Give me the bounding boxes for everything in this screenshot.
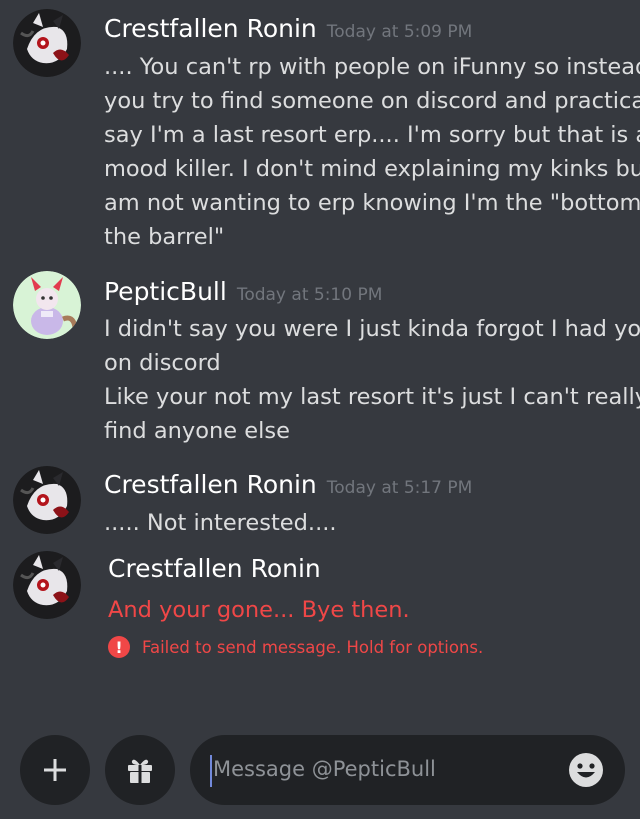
username[interactable]: PepticBull bbox=[104, 277, 227, 306]
message-line: ..... Not interested.... bbox=[104, 510, 337, 536]
message-content: And your gone... Bye then. bbox=[108, 593, 410, 627]
message-line: am not wanting to erp knowing I'm the "b… bbox=[104, 190, 640, 216]
message-line: Like your not my last resort it's just I… bbox=[104, 384, 640, 410]
message-2[interactable]: PepticBull Today at 5:10 PM I didn't say … bbox=[0, 265, 640, 450]
gift-icon bbox=[128, 759, 152, 783]
message-composer: Message @PepticBull bbox=[0, 730, 640, 819]
username[interactable]: Crestfallen Ronin bbox=[104, 14, 317, 43]
message-line: the barrel" bbox=[104, 224, 225, 250]
message-content: I didn't say you were I just kinda forgo… bbox=[104, 312, 640, 448]
avatar[interactable] bbox=[13, 466, 81, 534]
message-line: mood killer. I don't mind explaining my … bbox=[104, 156, 640, 182]
avatar[interactable] bbox=[13, 551, 81, 619]
text-caret bbox=[210, 755, 212, 787]
timestamp: Today at 5:17 PM bbox=[326, 478, 473, 498]
message-content: ..... Not interested.... bbox=[104, 506, 337, 540]
message-1[interactable]: Crestfallen Ronin Today at 5:09 PM .... Y… bbox=[0, 0, 640, 255]
message-line: .... You can't rp with people on iFunny … bbox=[104, 54, 640, 80]
message-input-placeholder: Message @PepticBull bbox=[213, 757, 436, 781]
message-line: on discord bbox=[104, 350, 221, 376]
error-icon: ! bbox=[108, 636, 130, 658]
error-message: Failed to send message. Hold for options… bbox=[142, 637, 484, 657]
username[interactable]: Crestfallen Ronin bbox=[108, 554, 321, 583]
message-line: I didn't say you were I just kinda forgo… bbox=[104, 316, 640, 342]
message-line: say I'm a last resort erp.... I'm sorry … bbox=[104, 122, 640, 148]
avatar[interactable] bbox=[13, 9, 81, 77]
timestamp: Today at 5:10 PM bbox=[236, 285, 383, 305]
failed-message-line[interactable]: And your gone... Bye then. bbox=[108, 593, 410, 627]
send-error[interactable]: ! Failed to send message. Hold for optio… bbox=[108, 635, 483, 659]
gift-button[interactable] bbox=[105, 735, 175, 805]
message-content: .... You can't rp with people on iFunny … bbox=[104, 50, 640, 254]
message-line: you try to find someone on discord and p… bbox=[104, 88, 640, 114]
smiley-icon[interactable] bbox=[567, 751, 605, 789]
avatar[interactable] bbox=[13, 271, 81, 339]
message-3[interactable]: Crestfallen Ronin Today at 5:17 PM ..... … bbox=[0, 460, 640, 540]
plus-icon bbox=[44, 759, 66, 781]
username[interactable]: Crestfallen Ronin bbox=[104, 470, 317, 499]
message-input[interactable]: Message @PepticBull bbox=[190, 735, 625, 805]
message-line: find anyone else bbox=[104, 418, 290, 444]
timestamp: Today at 5:09 PM bbox=[326, 22, 473, 42]
add-attachment-button[interactable] bbox=[20, 735, 90, 805]
